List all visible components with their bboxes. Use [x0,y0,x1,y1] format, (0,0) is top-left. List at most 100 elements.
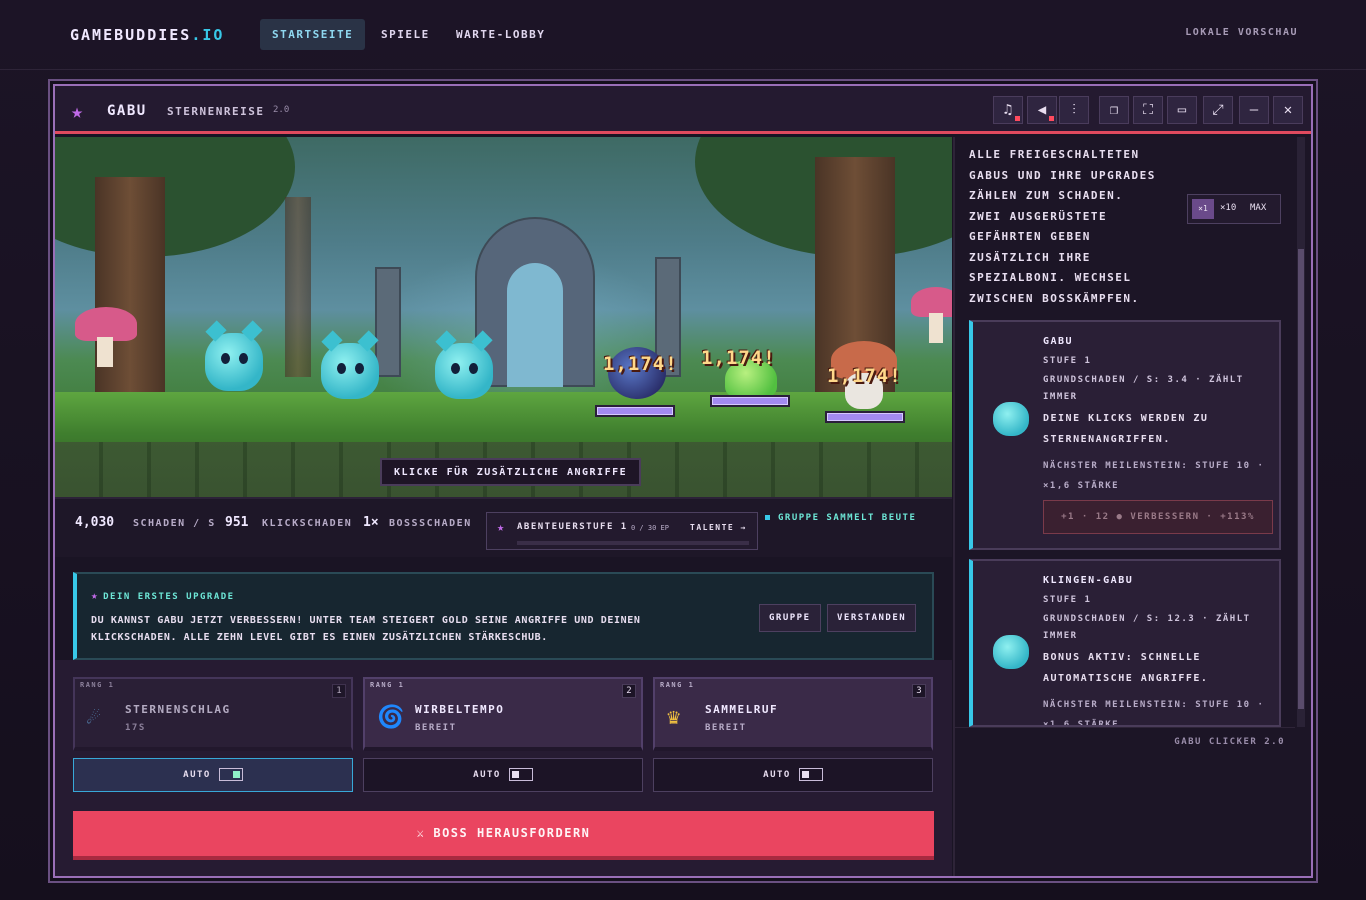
understood-button[interactable]: Verstanden [827,604,917,632]
skill-status: Bereit [705,723,747,733]
star-icon: ★ [497,520,505,534]
tutorial-title-text: Dein erstes Upgrade [103,592,235,602]
gabu-avatar [989,398,1033,442]
companion-info: Alle freigeschalteten Gabus und ihre Upg… [969,148,1156,305]
skill-name: Sammelruf [705,703,779,716]
skill-rank: Rang 1 [660,681,695,689]
mult-x10[interactable]: ×10 [1220,203,1236,213]
damage-popup: 1,174! [603,353,678,375]
dps-value: 4,030 [75,515,115,530]
toggle-switch[interactable] [508,768,533,781]
scroll-thumb[interactable] [1298,249,1304,709]
auto-label: Auto [183,770,211,780]
popout-icon[interactable]: ❐ [1099,96,1129,124]
skill-name: Wirbeltempo [415,703,505,716]
waterfall [507,263,563,387]
companion-card-gabu: Gabu Stufe 1 Grundschaden / s: 3.4 · zäh… [969,320,1281,550]
companion-milestone: Nächster Meilenstein: Stufe 10 · ×1,6 St… [1043,461,1265,491]
comet-icon: ☄ [87,705,101,730]
toggle-switch[interactable] [798,768,823,781]
click-damage-value: 951 [225,515,249,530]
adventure-ep: 0 / 30 EP [631,524,669,532]
tree-canopy [55,137,295,257]
panel-scrollbar[interactable] [1297,137,1305,727]
crown-icon: ♛ [667,705,681,730]
nav-spiele[interactable]: Spiele [369,19,442,50]
game-title: Gabu [107,103,147,119]
top-navigation: GAMEBUDDIES.IO Startseite Spiele Warte-L… [0,0,1366,70]
footer-version: Gabu Clicker 2.0 [1174,737,1285,747]
skill-hotkey: 3 [912,684,926,698]
volume-icon[interactable]: ◀ [1027,96,1057,124]
enemy-hp-bar [710,395,790,407]
mult-max[interactable]: MAX [1250,203,1266,213]
auto-toggle-2[interactable]: Auto [363,758,643,792]
dps-label: Schaden / s [133,518,216,529]
enemy-hp-bar [595,405,675,417]
auto-label: Auto [473,770,501,780]
auto-label: Auto [763,770,791,780]
companion-card-klingen-gabu: Klingen-Gabu Stufe 1 Grundschaden / s: 1… [969,559,1281,727]
enemy-hp-bar [825,411,905,423]
companion-description: Bonus aktiv: Schnelle automatische Angri… [1043,652,1209,684]
tutorial-body: Du kannst Gabu jetzt verbessern! Unter T… [91,615,641,643]
adventure-level[interactable]: ★ Abenteuerstufe 1 0 / 30 EP Talente → [486,512,758,550]
local-preview-label: Lokale Vorschau [1185,27,1298,38]
skill-status: Bereit [415,723,457,733]
skill-sternenschlag[interactable]: Rang 1 1 ☄ Sternenschlag 17s [73,677,353,751]
game-version: 2.0 [273,105,290,115]
buy-multiplier[interactable]: ×1 ×10 MAX [1187,194,1281,224]
whirlwind-icon: 🌀 [377,705,405,730]
mult-x1[interactable]: ×1 [1192,199,1214,219]
game-subtitle: Sternenreise [167,105,265,118]
nav-warte-lobby[interactable]: Warte-Lobby [444,19,557,50]
toggle-switch[interactable] [218,768,243,781]
logo-text: GAMEBUDDIES [70,26,192,44]
panel-icon[interactable]: ▭ [1167,96,1197,124]
stone-pillar [375,267,401,377]
music-icon[interactable]: ♫ [993,96,1023,124]
tree-trunk [285,197,311,377]
hero-gabu [435,330,493,399]
group-button[interactable]: Gruppe [759,604,821,632]
minimize-icon[interactable]: – [1239,96,1269,124]
skill-hotkey: 1 [332,684,346,698]
click-damage-label: Klickschaden [262,518,353,529]
boss-damage-label: Bossschaden [389,518,472,529]
boss-button-label: Boss herausfordern [433,826,591,840]
loot-status: Gruppe sammelt Beute [765,513,916,523]
skill-cooldown: 17s [125,723,146,733]
expand-icon[interactable]: ⤢ [1203,96,1233,124]
click-hint: Klicke für zusätzliche Angriffe [380,458,642,486]
talents-link[interactable]: Talente → [690,523,747,532]
close-icon[interactable]: ✕ [1273,96,1303,124]
companion-description: Deine Klicks werden zu Sternenangriffen. [1043,413,1209,445]
crossed-swords-icon: ⚔ [416,826,426,840]
companion-damage: Grundschaden / s: 3.4 · zählt immer [1043,375,1244,402]
challenge-boss-button[interactable]: ⚔ Boss herausfordern [73,811,934,860]
auto-toggle-3[interactable]: Auto [653,758,933,792]
adventure-level-label: Abenteuerstufe 1 [517,522,628,532]
tutorial-banner: ★ Dein erstes Upgrade Du kannst Gabu jetz… [73,572,934,660]
tutorial-title: ★ Dein erstes Upgrade [91,589,235,602]
logo-suffix: .IO [191,26,225,44]
nav-startseite[interactable]: Startseite [260,19,366,50]
hero-gabu [321,330,379,399]
companion-damage: Grundschaden / s: 12.3 · zählt immer [1043,614,1251,641]
upgrade-button[interactable]: +1 · 12 ● Verbessern · +113% [1043,500,1273,534]
star-icon: ★ [71,99,84,123]
star-icon: ★ [91,589,100,602]
fullscreen-icon[interactable]: ⛶ [1133,96,1163,124]
adventure-progress-bar [517,541,749,545]
battle-scene[interactable]: 1,174! 1,174! 1,174! Klicke für zusätzli… [55,137,952,497]
companion-milestone: Nächster Meilenstein: Stufe 10 · ×1,6 St… [1043,700,1265,727]
auto-toggle-1[interactable]: Auto [73,758,353,792]
companion-level: Stufe 1 [1043,595,1092,605]
skill-wirbeltempo[interactable]: Rang 1 2 🌀 Wirbeltempo Bereit [363,677,643,751]
site-logo[interactable]: GAMEBUDDIES.IO [70,26,224,44]
mixer-icon[interactable]: ⫶ [1059,96,1089,124]
damage-popup: 1,174! [827,365,902,387]
skill-hotkey: 2 [622,684,636,698]
hero-gabu [205,320,263,391]
skill-sammelruf[interactable]: Rang 1 3 ♛ Sammelruf Bereit [653,677,933,751]
